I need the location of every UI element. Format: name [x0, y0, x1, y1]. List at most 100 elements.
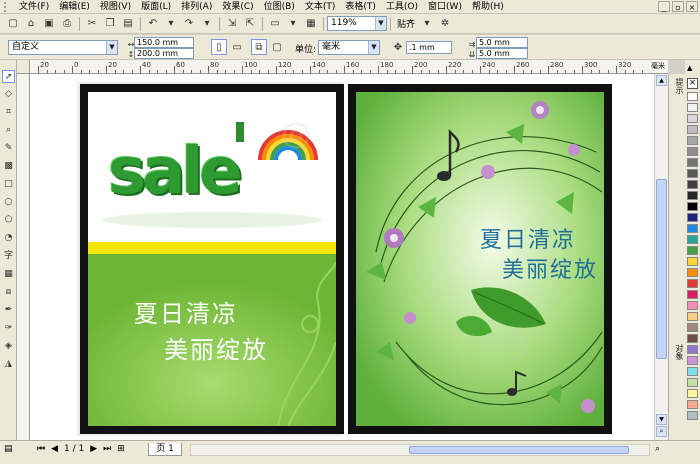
snap-to-button[interactable]: 贴齐 — [394, 17, 418, 30]
color-swatch[interactable] — [687, 367, 698, 376]
menu-layout[interactable]: 版面(L) — [136, 0, 176, 14]
import-icon[interactable]: ⇲ — [224, 16, 240, 32]
vertical-scrollbar[interactable]: ▲ ▼ ⌕ — [654, 74, 668, 440]
color-swatch[interactable] — [687, 257, 698, 266]
menu-effects[interactable]: 效果(C) — [217, 0, 258, 14]
chevron-down-icon[interactable]: ▼ — [375, 17, 386, 30]
text-tool-icon[interactable]: 字 — [2, 250, 15, 263]
menu-bitmaps[interactable]: 位图(B) — [259, 0, 300, 14]
next-page-icon[interactable]: ▶ — [90, 444, 97, 454]
chevron-down-icon[interactable]: ▼ — [106, 41, 117, 54]
horizontal-scroll-thumb[interactable] — [409, 446, 629, 454]
menu-window[interactable]: 窗口(W) — [423, 0, 467, 14]
basic-shapes-icon[interactable]: ◔ — [2, 232, 15, 245]
duplicate-y-field[interactable]: 5.0 mm — [476, 48, 528, 59]
color-swatch[interactable] — [687, 378, 698, 387]
color-swatch[interactable] — [687, 202, 698, 211]
menu-view[interactable]: 视图(V) — [95, 0, 136, 14]
zoom-select[interactable]: 119% ▼ — [327, 16, 387, 31]
color-swatch[interactable] — [687, 147, 698, 156]
horizontal-scrollbar[interactable] — [190, 444, 650, 456]
application-launcher-icon[interactable]: ▭ — [267, 16, 283, 32]
color-swatch[interactable] — [687, 114, 698, 123]
page-tab-1[interactable]: 页 1 — [148, 443, 182, 456]
color-swatch[interactable] — [687, 246, 698, 255]
rectangle-tool-icon[interactable]: □ — [2, 178, 15, 191]
all-pages-icon[interactable]: ⧉ — [251, 39, 267, 55]
duplicate-x-field[interactable]: 5.0 mm — [476, 37, 528, 48]
cut-icon[interactable]: ✂ — [84, 16, 100, 32]
menu-edit[interactable]: 编辑(E) — [54, 0, 95, 14]
color-swatch[interactable] — [687, 389, 698, 398]
export-icon[interactable]: ⇱ — [242, 16, 258, 32]
print-icon[interactable]: ⎙ — [59, 16, 75, 32]
landscape-icon[interactable]: ▭ — [229, 39, 245, 55]
table-tool-icon[interactable]: ▦ — [2, 268, 15, 281]
nudge-field[interactable]: .1 mm — [406, 41, 452, 54]
page-width-field[interactable]: 150.0 mm — [134, 37, 194, 48]
page-settings-icon[interactable]: ▤ — [4, 444, 13, 454]
color-swatch[interactable] — [687, 268, 698, 277]
color-swatch[interactable] — [687, 400, 698, 409]
color-swatch[interactable] — [687, 125, 698, 134]
eyedropper-tool-icon[interactable]: ✒ — [2, 304, 15, 317]
menu-help[interactable]: 帮助(H) — [467, 0, 509, 14]
snap-dropdown-icon[interactable]: ▾ — [419, 16, 435, 32]
interactive-fill-icon[interactable]: ◮ — [2, 358, 15, 371]
menu-tools[interactable]: 工具(O) — [381, 0, 423, 14]
navigator-icon[interactable]: ⌕ — [655, 444, 660, 454]
previous-page-icon[interactable]: ◀ — [51, 444, 58, 454]
scroll-up-icon[interactable]: ▲ — [656, 75, 667, 86]
menu-file[interactable]: 文件(F) — [14, 0, 54, 14]
current-page-icon[interactable]: ▢ — [269, 39, 285, 55]
horizontal-ruler[interactable]: 20 0 20 40 60 80 100 120 140 160 180 200 220 240 260 28… — [30, 60, 668, 74]
undo-dropdown-icon[interactable]: ▾ — [163, 16, 179, 32]
color-swatch[interactable] — [687, 334, 698, 343]
unit-select[interactable]: 毫米 ▼ — [318, 40, 380, 55]
zoom-tool-icon[interactable]: ⌕ — [2, 124, 15, 137]
color-swatch[interactable] — [687, 92, 698, 101]
outline-tool-icon[interactable]: ✑ — [2, 322, 15, 335]
smart-fill-icon[interactable]: ▩ — [2, 160, 15, 173]
drawing-canvas[interactable]: sale 夏日清凉 美丽绽放 夏日清凉 美丽绽放 ◎ ◎ — [30, 74, 668, 440]
copy-icon[interactable]: ❐ — [102, 16, 118, 32]
color-swatch[interactable] — [687, 345, 698, 354]
crop-tool-icon[interactable]: ⌗ — [2, 106, 15, 119]
color-swatch[interactable] — [687, 356, 698, 365]
color-swatch[interactable] — [687, 290, 698, 299]
fill-tool-icon[interactable]: ◈ — [2, 340, 15, 353]
freehand-tool-icon[interactable]: ✎ — [2, 142, 15, 155]
blend-tool-icon[interactable]: ⧈ — [2, 286, 15, 299]
redo-dropdown-icon[interactable]: ▾ — [199, 16, 215, 32]
menu-text[interactable]: 文本(T) — [300, 0, 341, 14]
polygon-tool-icon[interactable]: ⬠ — [2, 214, 15, 227]
scroll-down-icon[interactable]: ▼ — [656, 414, 667, 425]
ellipse-tool-icon[interactable]: ○ — [2, 196, 15, 209]
zoom-navigator-icon[interactable]: ⌕ — [656, 426, 667, 437]
new-document-icon[interactable]: ▢ — [5, 16, 21, 32]
menu-table[interactable]: 表格(T) — [340, 0, 381, 14]
color-swatch[interactable] — [687, 180, 698, 189]
poster-right[interactable]: 夏日清凉 美丽绽放 — [348, 84, 612, 434]
vertical-ruler[interactable] — [17, 74, 30, 440]
color-swatch[interactable] — [687, 213, 698, 222]
paste-icon[interactable]: ▤ — [120, 16, 136, 32]
pick-tool-icon[interactable]: ➚ — [2, 70, 15, 83]
chevron-down-icon[interactable]: ▼ — [368, 41, 379, 54]
vertical-scroll-thumb[interactable] — [656, 179, 667, 359]
page-height-field[interactable]: 200.0 mm — [134, 48, 194, 59]
color-swatch[interactable] — [687, 235, 698, 244]
ruler-origin[interactable] — [17, 60, 30, 74]
color-swatch[interactable] — [687, 136, 698, 145]
save-icon[interactable]: ▣ — [41, 16, 57, 32]
color-swatch[interactable] — [687, 224, 698, 233]
color-swatch[interactable] — [687, 158, 698, 167]
color-swatch[interactable] — [687, 411, 698, 420]
color-swatch[interactable] — [687, 191, 698, 200]
minimize-button[interactable]: _ — [658, 1, 670, 12]
portrait-icon[interactable]: ▯ — [211, 39, 227, 55]
restore-button[interactable]: ▫ — [672, 1, 684, 12]
docker-tab-objects[interactable]: 对象 — [671, 344, 684, 360]
no-fill-swatch-icon[interactable]: ⨯ — [687, 78, 698, 89]
docker-tab-hints[interactable]: 提示 — [671, 78, 684, 94]
